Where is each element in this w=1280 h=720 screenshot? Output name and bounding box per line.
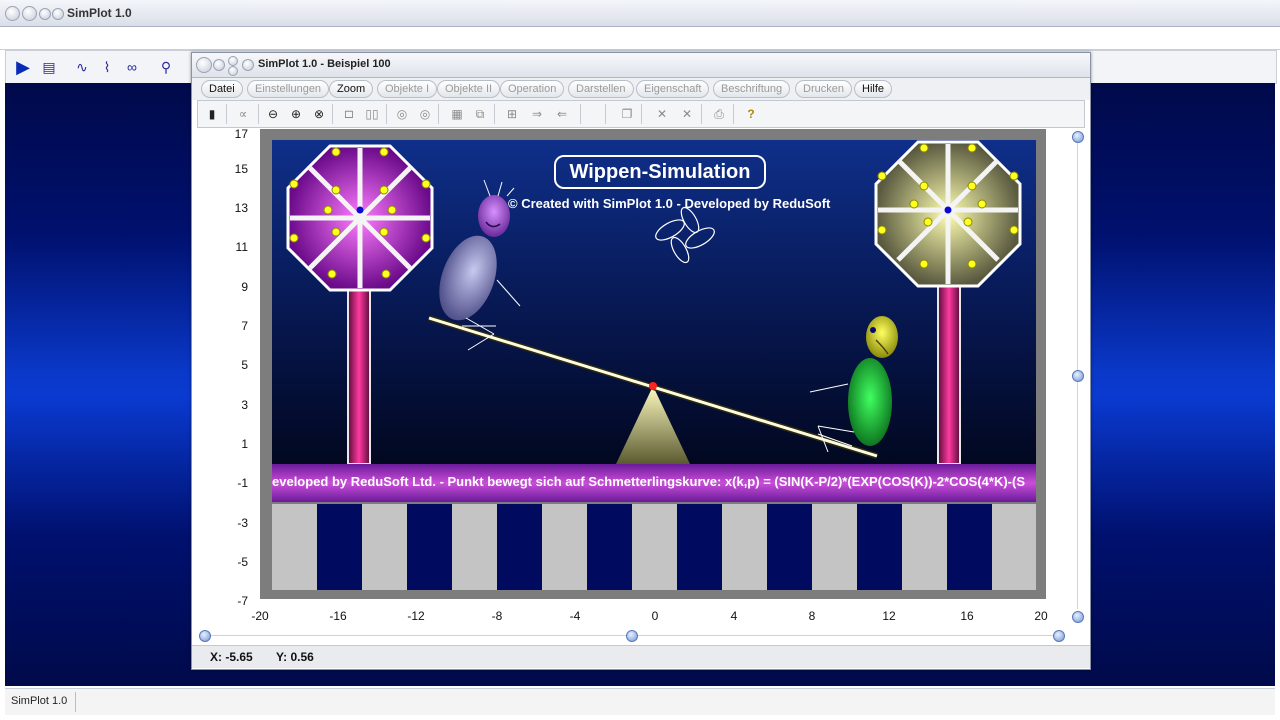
x-tick-label: -20: [251, 609, 269, 623]
menu-darstellen[interactable]: Darstellen: [568, 80, 634, 98]
scene-title: Wippen-Simulation: [554, 155, 766, 189]
y-tick-label: 7: [241, 319, 248, 333]
maximize-window-button[interactable]: [39, 8, 51, 20]
menu-einstellungen[interactable]: Einstellungen: [247, 80, 330, 98]
menu-operation[interactable]: Operation: [500, 80, 565, 98]
grid-table-icon[interactable]: ▦: [448, 105, 466, 123]
simplot-window: SimPlot 1.0 - Beispiel 100 Datei Einstel…: [191, 52, 1091, 670]
window-title: SimPlot 1.0 - Beispiel 100: [258, 58, 391, 70]
zoom-auto-icon[interactable]: ⊗: [310, 105, 328, 123]
minimize-window-button[interactable]: [22, 6, 37, 21]
scene-credit: © Created with SimPlot 1.0 - Developed b…: [508, 196, 831, 211]
delete-icon[interactable]: ✕: [653, 105, 671, 123]
layout-icon[interactable]: ⊞: [503, 105, 521, 123]
zoom-out-icon[interactable]: ⊖: [264, 105, 282, 123]
menu-objekte-2[interactable]: Objekte II: [437, 80, 501, 98]
ticker-text: eveloped by ReduSoft Ltd. - Punkt bewegt…: [272, 474, 1026, 489]
delete-all-icon[interactable]: ✕: [678, 105, 696, 123]
menu-drucken[interactable]: Drucken: [795, 80, 852, 98]
x-tick-label: 0: [651, 609, 659, 623]
menu-datei[interactable]: Datei: [201, 80, 243, 98]
reset-icon[interactable]: ◎: [416, 105, 434, 123]
y-tick-label: -5: [237, 555, 248, 569]
trace-icon[interactable]: ∝: [234, 105, 252, 123]
x-tick-label: 4: [730, 609, 738, 623]
arrow-left-icon[interactable]: ⇐: [553, 105, 571, 123]
window-toolbar: ▮ ∝ ⊖ ⊕ ⊗ □ ▯▯ ◎ ◎ ▦ ⧉ ⊞ ⇒ ⇐ ❐ ✕ ✕ ⎙ ?: [197, 100, 1085, 128]
window-statusbar: X: -5.65 Y: 0.56: [192, 645, 1090, 668]
y-tick-label: 11: [235, 240, 248, 254]
export-icon[interactable]: ⧉: [471, 105, 489, 123]
horizontal-scrollbar[interactable]: [198, 629, 1066, 643]
window-minimize-button[interactable]: [213, 59, 225, 71]
window-menu-button[interactable]: [242, 59, 254, 71]
y-tick-label: 15: [234, 162, 248, 176]
window-menubar: Datei Einstellungen Zoom Objekte I Objek…: [192, 78, 1090, 100]
y-tick-label: 9: [241, 280, 248, 294]
x-tick-label: -8: [491, 609, 503, 623]
app-menubar: [0, 27, 1280, 50]
vertical-scrollbar[interactable]: [1070, 129, 1086, 623]
scroll-down-knob[interactable]: [1072, 611, 1084, 623]
y-tick-label: 3: [241, 398, 248, 412]
rectangle-icon[interactable]: □: [340, 105, 358, 123]
x-tick-label: 12: [882, 609, 896, 623]
window-maximize-button[interactable]: [228, 56, 238, 66]
copy-icon[interactable]: ❐: [618, 105, 636, 123]
x-tick-label: 8: [808, 609, 816, 623]
scroll-right-knob[interactable]: [1053, 630, 1065, 642]
filter-icon[interactable]: ⚲: [156, 57, 176, 77]
y-tick-label: 17: [234, 127, 248, 141]
y-tick-label: -7: [237, 594, 248, 608]
menu-objekte-1[interactable]: Objekte I: [377, 80, 438, 98]
menu-beschriftung[interactable]: Beschriftung: [713, 80, 791, 98]
zoom-in-icon[interactable]: ⊕: [287, 105, 305, 123]
play-icon[interactable]: ▶: [13, 57, 33, 77]
menu-zoom[interactable]: Zoom: [329, 80, 374, 98]
parametric-plot-icon[interactable]: ⌇: [97, 57, 117, 77]
window-menu-button[interactable]: [52, 8, 64, 20]
striped-floor: [272, 504, 1036, 590]
arrow-right-icon[interactable]: ⇒: [528, 105, 546, 123]
function-plot-icon[interactable]: ∿: [72, 57, 92, 77]
menu-hilfe[interactable]: Hilfe: [854, 80, 893, 98]
window-titlebar: SimPlot 1.0 - Beispiel 100: [192, 53, 1090, 78]
window-restore-button[interactable]: [228, 66, 238, 76]
scroll-up-knob[interactable]: [1072, 131, 1084, 143]
y-tick-label: 5: [241, 358, 248, 372]
y-tick-label: -3: [237, 516, 248, 530]
x-coordinate-readout: X: -5.65: [210, 650, 253, 664]
calculator-icon[interactable]: ▮: [203, 105, 221, 123]
x-tick-label: 20: [1034, 609, 1048, 623]
series-icon[interactable]: ∞: [122, 57, 142, 77]
app-status-text: SimPlot 1.0: [11, 695, 68, 707]
split-view-icon[interactable]: ▯▯: [363, 105, 381, 123]
y-tick-label: 1: [241, 437, 248, 451]
print-icon[interactable]: ⎙: [710, 105, 728, 123]
close-window-button[interactable]: [5, 6, 20, 21]
ticker-banner: eveloped by ReduSoft Ltd. - Punkt bewegt…: [272, 464, 1036, 502]
vertical-scroll-thumb[interactable]: [1072, 370, 1084, 382]
x-tick-label: -4: [569, 609, 581, 623]
refresh-icon[interactable]: ◎: [393, 105, 411, 123]
x-tick-label: 16: [960, 609, 974, 623]
y-tick-label: -1: [237, 476, 248, 490]
app-titlebar: SimPlot 1.0: [0, 0, 1280, 27]
x-tick-label: -12: [407, 609, 425, 623]
table-icon[interactable]: ▤: [39, 57, 59, 77]
x-tick-label: -16: [329, 609, 347, 623]
menu-eigenschaft[interactable]: Eigenschaft: [636, 80, 710, 98]
scroll-left-knob[interactable]: [199, 630, 211, 642]
y-tick-label: 13: [234, 201, 248, 215]
app-title: SimPlot 1.0: [67, 6, 132, 20]
help-icon[interactable]: ?: [742, 105, 760, 123]
y-coordinate-readout: Y: 0.56: [276, 650, 314, 664]
app-statusbar: SimPlot 1.0: [5, 688, 1275, 715]
horizontal-scroll-thumb[interactable]: [626, 630, 638, 642]
window-close-button[interactable]: [196, 57, 212, 73]
seesaw-scene[interactable]: Wippen-Simulation © Created with SimPlot…: [272, 140, 1036, 590]
